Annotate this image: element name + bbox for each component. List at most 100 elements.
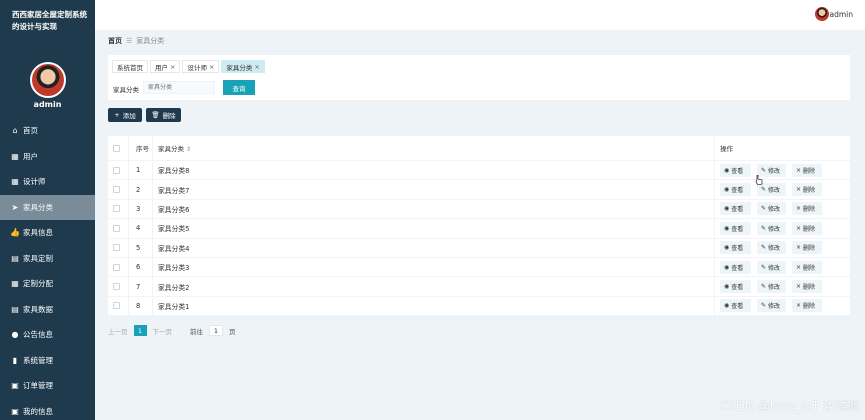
batch-delete-button[interactable]: 🗑 删除: [146, 108, 181, 122]
search-button[interactable]: 查询: [223, 80, 255, 95]
watermark: CSDN @Java_IoT 攻诚狮: [719, 399, 859, 413]
user-avatar[interactable]: [815, 7, 829, 21]
row-checkbox[interactable]: [113, 244, 120, 252]
search-input[interactable]: [143, 81, 215, 94]
view-button[interactable]: ◉ 查看: [720, 163, 751, 177]
delete-label: 删除: [803, 245, 816, 253]
row-name: 家具分类7: [158, 186, 190, 195]
edit-button[interactable]: ✎ 修改: [757, 241, 786, 255]
delete-button[interactable]: × 删除: [792, 221, 822, 235]
close-icon[interactable]: ×: [209, 63, 214, 71]
header-ops: 操作: [720, 145, 733, 153]
location-icon: ●: [11, 330, 19, 340]
close-icon: ×: [796, 302, 802, 310]
bar-chart-icon: ▮: [12, 355, 18, 365]
sidebar-item[interactable]: ● 公告信息: [0, 322, 95, 348]
current-page[interactable]: 1: [133, 325, 147, 336]
sidebar-item[interactable]: ▦ 用户: [0, 144, 95, 170]
view-button[interactable]: ◉ 查看: [720, 221, 751, 235]
delete-label: 删除: [803, 264, 816, 272]
page-jump-input[interactable]: 1: [209, 325, 223, 336]
row-actions: ◉ 查看 ✎ 修改 × 删除: [720, 260, 822, 274]
thumbs-up-icon: 👍: [10, 228, 20, 238]
eye-icon: ◉: [724, 186, 730, 194]
tab[interactable]: 系统首页: [112, 60, 148, 73]
tab[interactable]: 家具分类 ×: [221, 60, 265, 73]
edit-button[interactable]: ✎ 修改: [757, 260, 786, 274]
system-title: 西西家居全屋定制系统的设计与实现: [12, 10, 87, 31]
view-button[interactable]: ◉ 查看: [720, 183, 751, 197]
eye-icon: ◉: [724, 166, 730, 174]
add-button[interactable]: + 添加: [108, 108, 142, 122]
delete-label: 删除: [803, 187, 816, 195]
view-button[interactable]: ◉ 查看: [720, 241, 751, 255]
row-checkbox[interactable]: [113, 186, 120, 194]
view-button[interactable]: ◉ 查看: [720, 280, 751, 294]
topbar-username[interactable]: admin: [830, 10, 854, 19]
sidebar-item[interactable]: ▣ 我的信息: [0, 399, 95, 420]
row-actions: ◉ 查看 ✎ 修改 × 删除: [720, 183, 822, 197]
view-button[interactable]: ◉ 查看: [720, 299, 751, 313]
next-page-button[interactable]: 下一页: [153, 326, 173, 336]
row-name: 家具分类6: [158, 205, 190, 214]
delete-button[interactable]: × 删除: [792, 260, 822, 274]
delete-button[interactable]: × 删除: [792, 183, 822, 197]
row-name: 家具分类5: [158, 225, 190, 234]
sidebar-item[interactable]: ▤ 家具定制: [0, 246, 95, 272]
add-button-label: 添加: [122, 112, 136, 120]
header-name[interactable]: 家具分类 ⇕: [158, 143, 191, 153]
sidebar-item-label: 订单管理: [23, 381, 53, 391]
delete-button[interactable]: × 删除: [792, 299, 822, 313]
breadcrumb-home[interactable]: 首页: [108, 36, 122, 46]
sidebar-item[interactable]: ➤ 家具分类: [0, 194, 95, 220]
sidebar-item[interactable]: 👍 家具信息: [0, 220, 95, 246]
table-row: 3 家具分类6 ◉ 查看 ✎ 修改 × 删除: [108, 200, 850, 220]
edit-button[interactable]: ✎ 修改: [757, 221, 786, 235]
delete-button[interactable]: × 删除: [792, 280, 822, 294]
edit-icon: ✎: [761, 224, 767, 232]
row-checkbox[interactable]: [113, 263, 120, 271]
close-icon[interactable]: ×: [170, 63, 175, 71]
select-all-checkbox[interactable]: [113, 144, 120, 152]
search-label: 家具分类: [113, 86, 139, 94]
edit-button[interactable]: ✎ 修改: [757, 183, 786, 197]
tab-bar: 系统首页 用户 × 设计师 × 家具分类 ×: [112, 60, 265, 73]
edit-button[interactable]: ✎ 修改: [757, 280, 786, 294]
tab[interactable]: 用户 ×: [150, 60, 181, 73]
row-checkbox[interactable]: [113, 224, 120, 232]
sidebar-item[interactable]: ▮ 系统管理: [0, 348, 95, 374]
table-row: 1 家具分类8 ◉ 查看 ✎ 修改 × 删除: [108, 161, 850, 181]
row-name: 家具分类2: [158, 283, 190, 292]
sidebar-item[interactable]: ▦ 定制分配: [0, 271, 95, 297]
tab[interactable]: 设计师 ×: [182, 60, 220, 73]
row-checkbox[interactable]: [113, 166, 120, 174]
eye-icon: ◉: [724, 283, 730, 291]
delete-button[interactable]: × 删除: [792, 202, 822, 216]
view-button[interactable]: ◉ 查看: [720, 260, 751, 274]
row-checkbox[interactable]: [113, 205, 120, 213]
clipboard-icon: ▣: [11, 381, 19, 391]
delete-button[interactable]: × 删除: [792, 163, 822, 177]
prev-page-button[interactable]: 上一页: [108, 326, 128, 336]
delete-button[interactable]: × 删除: [792, 241, 822, 255]
row-checkbox[interactable]: [113, 283, 120, 291]
edit-button[interactable]: ✎ 修改: [757, 202, 786, 216]
table-row: 5 家具分类4 ◉ 查看 ✎ 修改 × 删除: [108, 239, 850, 258]
sidebar-item[interactable]: ▦ 设计师: [0, 169, 95, 195]
edit-button[interactable]: ✎ 修改: [757, 299, 786, 313]
sidebar-item[interactable]: ▤ 家具数据: [0, 297, 95, 323]
row-checkbox[interactable]: [113, 302, 120, 310]
close-icon[interactable]: ×: [254, 63, 259, 71]
sidebar-menu: ⌂ 首页 ▦ 用户 ▦ 设计师 ➤ 家具分类 👍 家具信息 ▤ 家具定制 ▦ 定制分配 ▤ 家具数据 ● 公告信息…: [0, 118, 95, 420]
view-button[interactable]: ◉ 查看: [720, 202, 751, 216]
sidebar-item[interactable]: ⌂ 首页: [0, 118, 95, 144]
avatar[interactable]: [30, 62, 66, 98]
sort-icon[interactable]: ⇕: [186, 146, 191, 153]
table-icon: ▦: [11, 279, 19, 289]
row-actions: ◉ 查看 ✎ 修改 × 删除: [720, 202, 822, 216]
table-row: 7 家具分类2 ◉ 查看 ✎ 修改 × 删除: [108, 277, 850, 297]
close-icon: ×: [796, 244, 802, 252]
view-label: 查看: [731, 303, 744, 311]
sidebar-item[interactable]: ▣ 订单管理: [0, 373, 95, 399]
table-row: 6 家具分类3 ◉ 查看 ✎ 修改 × 删除: [108, 258, 850, 278]
